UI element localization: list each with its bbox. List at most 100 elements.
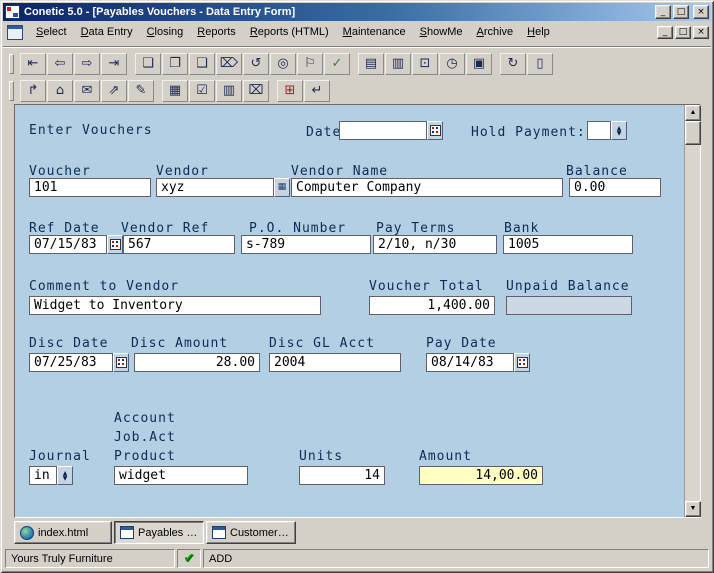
accept-button[interactable]: ✓ bbox=[324, 53, 350, 75]
amount-input[interactable] bbox=[419, 466, 543, 485]
disc-date-calendar-button[interactable] bbox=[113, 353, 129, 372]
flag-button[interactable]: ⚐ bbox=[297, 53, 323, 75]
nav-prev-button[interactable]: ⇦ bbox=[47, 53, 73, 75]
vertical-scrollbar[interactable]: ▲ ▼ bbox=[684, 105, 701, 517]
vendor-name-input[interactable] bbox=[291, 178, 563, 197]
calendar-icon bbox=[109, 239, 121, 250]
tab-label: index.html bbox=[38, 526, 89, 539]
trash-icon: ⌧ bbox=[248, 83, 264, 98]
status-mode-panel: ADD bbox=[203, 549, 709, 568]
scroll-up-button[interactable]: ▲ bbox=[685, 105, 701, 121]
clone-record-button[interactable]: ❐ bbox=[162, 53, 188, 75]
mdi-restore-button[interactable]: □ bbox=[675, 25, 691, 39]
nav-last-icon: ⇥ bbox=[108, 56, 120, 71]
maximize-button[interactable]: □ bbox=[673, 5, 689, 19]
undo-button[interactable]: ↺ bbox=[243, 53, 269, 75]
menu-help[interactable]: Help bbox=[520, 23, 557, 41]
print-button[interactable]: ▣ bbox=[466, 53, 492, 75]
app-icon bbox=[5, 5, 20, 19]
export-button[interactable]: ⇗ bbox=[101, 80, 127, 102]
run-button[interactable]: ↵ bbox=[304, 80, 330, 102]
table-check-button[interactable]: ☑ bbox=[189, 80, 215, 102]
date-calendar-button[interactable] bbox=[427, 121, 443, 140]
mail-button[interactable]: ✉ bbox=[74, 80, 100, 102]
nav-first-button[interactable]: ⇤ bbox=[20, 53, 46, 75]
journal-spinner[interactable]: ▲ ▼ bbox=[57, 466, 73, 485]
page-out-button[interactable]: ↱ bbox=[20, 80, 46, 102]
grid-add-button[interactable]: ⊞ bbox=[277, 80, 303, 102]
child-window-icon[interactable] bbox=[7, 24, 23, 40]
tab-index-html[interactable]: index.html bbox=[14, 521, 112, 544]
balance-input[interactable] bbox=[569, 178, 661, 197]
disc-date-input[interactable] bbox=[29, 353, 113, 372]
table-save-button[interactable]: ▥ bbox=[216, 80, 242, 102]
mdi-controls: _ □ × bbox=[655, 25, 709, 39]
delete-record-button[interactable]: ⌦ bbox=[216, 53, 242, 75]
save-record-button[interactable]: ❑ bbox=[189, 53, 215, 75]
vendor-ref-input[interactable] bbox=[123, 235, 235, 254]
new-record-button[interactable]: ❏ bbox=[135, 53, 161, 75]
pay-date-input[interactable] bbox=[426, 353, 514, 372]
trash-button[interactable]: ⌧ bbox=[243, 80, 269, 102]
scrollbar-thumb[interactable] bbox=[685, 121, 701, 145]
hold-payment-spinner[interactable]: ▲ ▼ bbox=[611, 121, 627, 140]
ref-date-calendar-button[interactable] bbox=[107, 235, 123, 254]
edit-pen-button[interactable]: ✎ bbox=[128, 80, 154, 102]
mdi-close-button[interactable]: × bbox=[693, 25, 709, 39]
toolbar-secondary: ↱ ⌂ ✉ ⇗ ✎ ▦ ☑ ▥ ⌧ ⊞ ↵ bbox=[3, 79, 711, 103]
date-input[interactable] bbox=[339, 121, 427, 140]
product-input[interactable] bbox=[114, 466, 248, 485]
menu-archive[interactable]: Archive bbox=[469, 23, 520, 41]
tab-payables[interactable]: Payables Vo... bbox=[114, 521, 204, 544]
scroll-down-button[interactable]: ▼ bbox=[685, 501, 701, 517]
unpaid-balance-input bbox=[506, 296, 632, 315]
po-number-input[interactable] bbox=[241, 235, 371, 254]
disc-gl-input[interactable] bbox=[269, 353, 401, 372]
menu-closing[interactable]: Closing bbox=[140, 23, 191, 41]
journal-input[interactable] bbox=[29, 466, 57, 485]
window-switch-button[interactable]: ⊡ bbox=[412, 53, 438, 75]
mdi-minimize-button[interactable]: _ bbox=[657, 25, 673, 39]
disc-amount-input[interactable] bbox=[134, 353, 260, 372]
menu-data-entry[interactable]: Data Entry bbox=[74, 23, 140, 41]
hold-payment-input[interactable] bbox=[587, 121, 611, 140]
paste-button[interactable]: ▥ bbox=[385, 53, 411, 75]
minimize-button[interactable]: _ bbox=[655, 5, 671, 19]
toolbar-grip[interactable] bbox=[9, 54, 14, 74]
menu-maintenance[interactable]: Maintenance bbox=[336, 23, 413, 41]
tab-customers[interactable]: Customers - ... bbox=[206, 521, 296, 544]
toolbar-grip[interactable] bbox=[9, 81, 14, 101]
menu-select[interactable]: Select bbox=[29, 23, 74, 41]
voucher-input[interactable] bbox=[29, 178, 151, 197]
product-label: Product bbox=[114, 449, 176, 464]
nav-next-button[interactable]: ⇨ bbox=[74, 53, 100, 75]
nav-next-icon: ⇨ bbox=[81, 56, 93, 71]
pay-date-calendar-button[interactable] bbox=[514, 353, 530, 372]
units-input[interactable] bbox=[299, 466, 385, 485]
close-button[interactable]: × bbox=[693, 5, 709, 19]
menu-reports-html[interactable]: Reports (HTML) bbox=[243, 23, 336, 41]
home-button[interactable]: ⌂ bbox=[47, 80, 73, 102]
copy-button[interactable]: ▤ bbox=[358, 53, 384, 75]
report-button[interactable]: ▯ bbox=[527, 53, 553, 75]
vendor-input[interactable] bbox=[156, 178, 274, 197]
document-tabs: index.html Payables Vo... Customers - ..… bbox=[3, 520, 711, 545]
job-act-label: Job.Act bbox=[114, 430, 176, 445]
find-button[interactable]: ◎ bbox=[270, 53, 296, 75]
ref-date-input[interactable] bbox=[29, 235, 107, 254]
bank-input[interactable] bbox=[503, 235, 633, 254]
pay-terms-input[interactable] bbox=[373, 235, 497, 254]
comment-input[interactable] bbox=[29, 296, 321, 315]
refresh-button[interactable]: ↻ bbox=[500, 53, 526, 75]
table-button[interactable]: ▦ bbox=[162, 80, 188, 102]
vendor-lookup-button[interactable]: ▦ bbox=[274, 178, 290, 197]
voucher-total-input[interactable] bbox=[369, 296, 495, 315]
nav-first-icon: ⇤ bbox=[27, 56, 39, 71]
menu-reports[interactable]: Reports bbox=[190, 23, 243, 41]
titlebar[interactable]: Conetic 5.0 - [Payables Vouchers - Data … bbox=[3, 3, 711, 21]
disc-date-group bbox=[29, 353, 129, 372]
clock-button[interactable]: ◷ bbox=[439, 53, 465, 75]
nav-last-button[interactable]: ⇥ bbox=[101, 53, 127, 75]
table-check-icon: ☑ bbox=[196, 83, 208, 98]
menu-showme[interactable]: ShowMe bbox=[413, 23, 470, 41]
